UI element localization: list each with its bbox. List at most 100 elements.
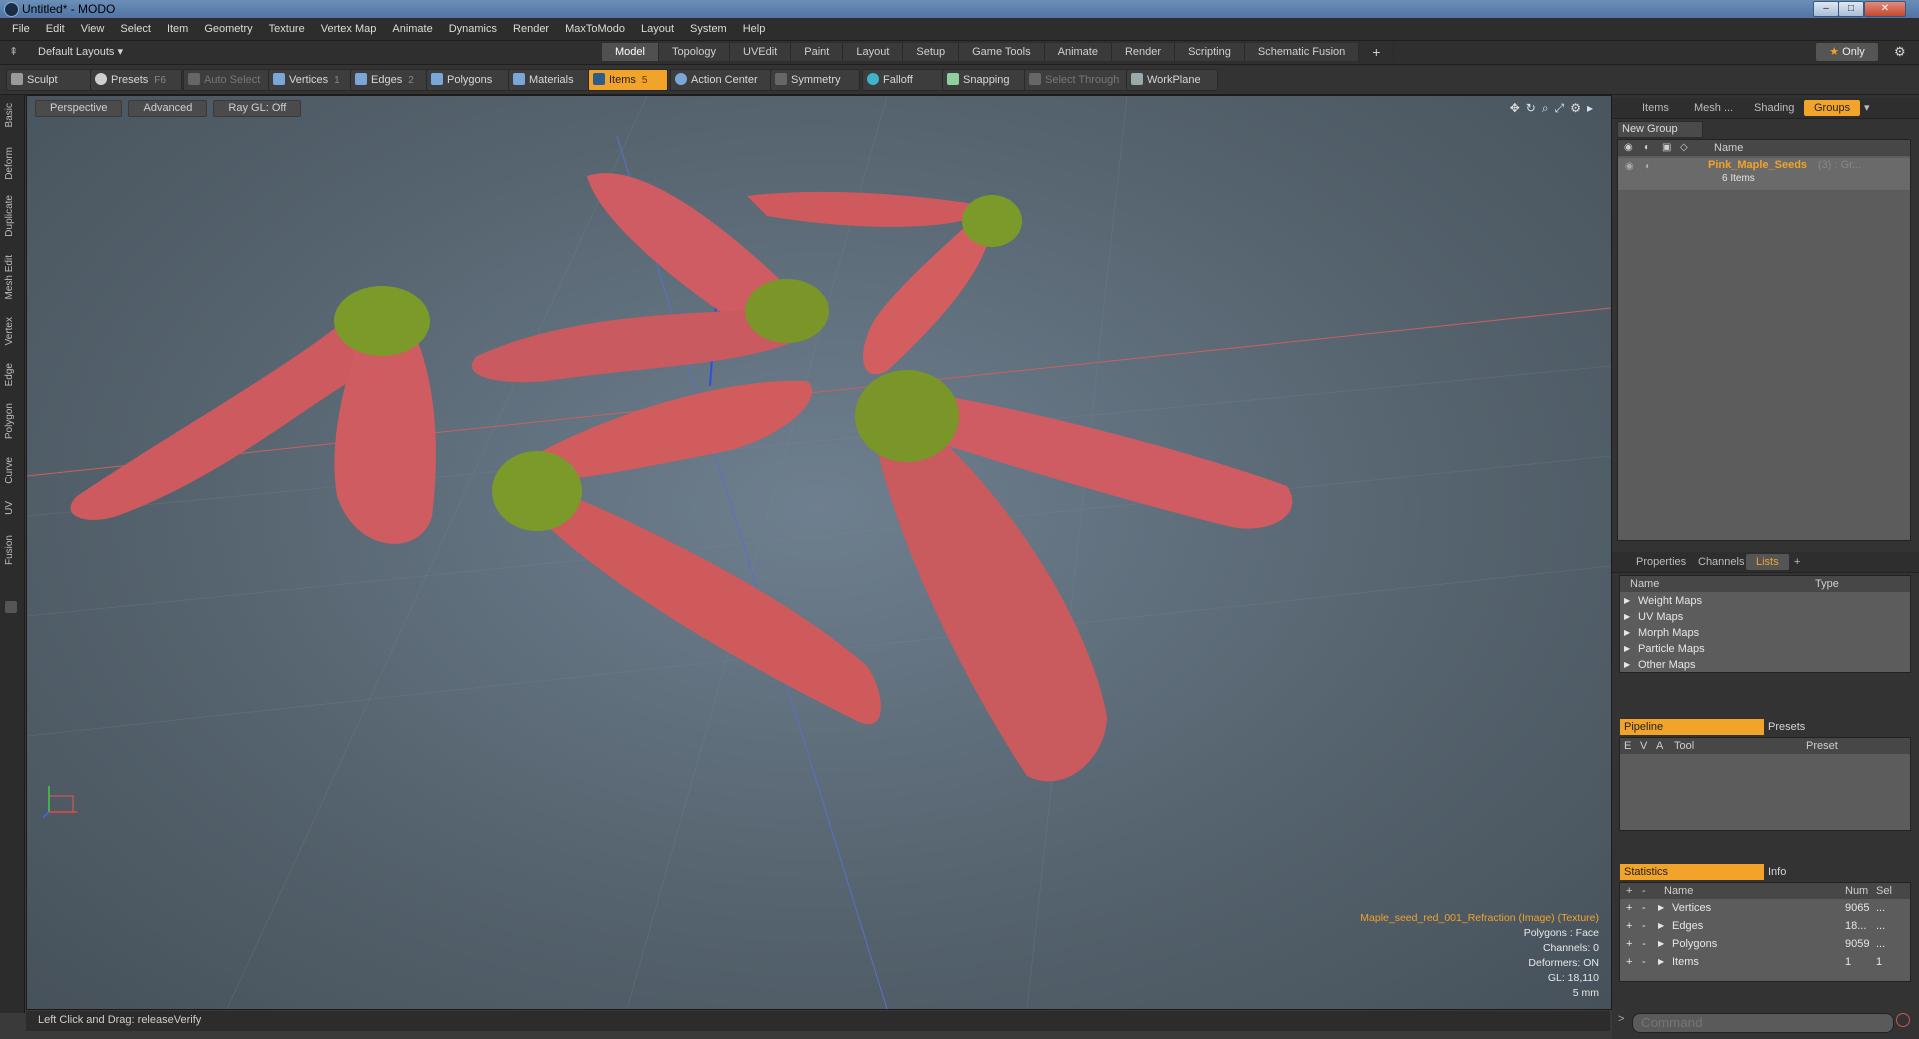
tab-groups[interactable]: Groups xyxy=(1804,100,1861,116)
edges-button[interactable]: Edges 2 xyxy=(350,69,432,91)
viewport-menu-arrow-icon[interactable]: ▸ xyxy=(1587,101,1599,115)
auto-select-button[interactable]: Auto Select xyxy=(183,69,273,91)
left-tab-fusion[interactable]: Fusion xyxy=(4,535,15,565)
gear-icon[interactable]: ⚙ xyxy=(1894,44,1906,60)
materials-button[interactable]: Materials xyxy=(508,69,592,91)
group-row[interactable]: ◉ ◐ Pink_Maple_Seeds (3) : Gr... 6 Items xyxy=(1618,158,1910,190)
strip-toggle-button[interactable] xyxy=(5,601,17,613)
select-through-button[interactable]: Select Through xyxy=(1024,69,1128,91)
view-mode-button[interactable]: Perspective xyxy=(35,100,123,117)
add-panel-tab-button[interactable]: + xyxy=(1784,554,1810,570)
row-eye-icon[interactable]: ◉ xyxy=(1625,158,1634,176)
add-tab-button[interactable]: + xyxy=(1359,43,1395,61)
menu-layout[interactable]: Layout xyxy=(633,18,682,40)
row-render-icon[interactable]: ◐ xyxy=(1645,158,1651,176)
rotate-icon[interactable]: ↻ xyxy=(1526,101,1542,115)
menu-render[interactable]: Render xyxy=(505,18,557,40)
tab-properties[interactable]: Properties xyxy=(1626,554,1696,570)
left-tab-duplicate[interactable]: Duplicate xyxy=(4,195,15,237)
add-icon[interactable]: + xyxy=(1626,917,1632,935)
remove-icon[interactable]: - xyxy=(1642,899,1646,917)
tab-game-tools[interactable]: Game Tools xyxy=(959,43,1045,61)
menu-edit[interactable]: Edit xyxy=(38,18,73,40)
expand-arrow-icon[interactable]: ▶ xyxy=(1624,656,1630,674)
maximize-icon[interactable]: ⤢ xyxy=(1555,101,1571,115)
only-button[interactable]: ★ Only xyxy=(1816,43,1878,61)
expand-arrow-icon[interactable]: ▶ xyxy=(1658,917,1664,935)
add-icon[interactable]: + xyxy=(1626,953,1632,971)
menu-system[interactable]: System xyxy=(682,18,735,40)
record-icon[interactable] xyxy=(1896,1013,1910,1027)
left-tab-vertex[interactable]: Vertex xyxy=(4,317,15,345)
symmetry-button[interactable]: Symmetry xyxy=(770,69,860,91)
tab-uvedit[interactable]: UVEdit xyxy=(730,43,792,61)
workplane-button[interactable]: WorkPlane xyxy=(1126,69,1218,91)
tab-shading[interactable]: Shading xyxy=(1744,100,1804,116)
tab-info[interactable]: Info xyxy=(1762,864,1908,880)
sculpt-button[interactable]: Sculpt xyxy=(6,69,94,91)
add-icon[interactable]: + xyxy=(1626,899,1632,917)
menu-texture[interactable]: Texture xyxy=(261,18,313,40)
tab-lists[interactable]: Lists xyxy=(1746,554,1789,570)
menu-vertex-map[interactable]: Vertex Map xyxy=(313,18,385,40)
tab-pipeline[interactable]: Pipeline xyxy=(1620,719,1764,735)
items-button[interactable]: Items 5 xyxy=(588,69,668,91)
remove-icon[interactable]: - xyxy=(1642,953,1646,971)
zoom-icon[interactable]: ⌕ xyxy=(1542,101,1555,115)
stats-row-polygons[interactable]: + - ▶ Polygons 9059... xyxy=(1620,935,1910,953)
stats-add-all-icon[interactable]: + xyxy=(1626,883,1632,899)
menu-dynamics[interactable]: Dynamics xyxy=(441,18,505,40)
maple-seed-4[interactable] xyxy=(492,380,881,725)
polygons-button[interactable]: Polygons xyxy=(426,69,510,91)
tab-setup[interactable]: Setup xyxy=(903,43,960,61)
expand-arrow-icon[interactable]: ▶ xyxy=(1658,935,1664,953)
add-icon[interactable]: + xyxy=(1626,935,1632,953)
layout-selector[interactable]: Default Layouts ▾ xyxy=(38,45,123,58)
maple-seed-1[interactable] xyxy=(70,286,436,544)
left-tab-curve[interactable]: Curve xyxy=(4,457,15,484)
expand-arrow-icon[interactable]: ▶ xyxy=(1658,953,1664,971)
tab-layout[interactable]: Layout xyxy=(843,43,904,61)
shading-mode-button[interactable]: Advanced xyxy=(128,100,208,117)
tab-topology[interactable]: Topology xyxy=(658,43,731,61)
menu-help[interactable]: Help xyxy=(735,18,774,40)
menu-geometry[interactable]: Geometry xyxy=(196,18,260,40)
left-tab-edge[interactable]: Edge xyxy=(4,363,15,386)
left-tab-mesh-edit[interactable]: Mesh Edit xyxy=(4,255,15,299)
snapping-button[interactable]: Snapping xyxy=(942,69,1028,91)
minimize-button[interactable]: – xyxy=(1813,1,1839,17)
menu-animate[interactable]: Animate xyxy=(384,18,440,40)
tab-channels[interactable]: Channels xyxy=(1688,554,1754,570)
expand-arrow-icon[interactable]: ▶ xyxy=(1658,899,1664,917)
action-center-button[interactable]: Action Center xyxy=(670,69,774,91)
tab-paint[interactable]: Paint xyxy=(791,43,844,61)
maple-seed-5[interactable] xyxy=(855,370,1293,782)
tab-presets[interactable]: Presets xyxy=(1762,719,1908,735)
left-tab-basic[interactable]: Basic xyxy=(4,103,15,127)
stats-row-edges[interactable]: + - ▶ Edges 18...... xyxy=(1620,917,1910,935)
left-tab-deform[interactable]: Deform xyxy=(4,147,15,180)
menu-item[interactable]: Item xyxy=(159,18,196,40)
layout-toggle-icon[interactable]: ⇞ xyxy=(9,45,18,58)
tab-statistics[interactable]: Statistics xyxy=(1620,864,1764,880)
tab-mesh[interactable]: Mesh ... xyxy=(1684,100,1743,116)
close-button[interactable]: ✕ xyxy=(1864,1,1906,17)
stats-row-vertices[interactable]: + - ▶ Vertices 9065... xyxy=(1620,899,1910,917)
tab-schematic-fusion[interactable]: Schematic Fusion xyxy=(1244,43,1360,61)
menu-maxtomodo[interactable]: MaxToModo xyxy=(557,18,633,40)
viewport-gear-icon[interactable]: ⚙ xyxy=(1570,101,1587,115)
raygl-button[interactable]: Ray GL: Off xyxy=(213,100,302,117)
command-input[interactable] xyxy=(1632,1013,1894,1033)
remove-icon[interactable]: - xyxy=(1642,917,1646,935)
pan-icon[interactable]: ✥ xyxy=(1510,101,1526,115)
maximize-button[interactable]: □ xyxy=(1838,1,1864,17)
tab-animate[interactable]: Animate xyxy=(1044,43,1112,61)
remove-icon[interactable]: - xyxy=(1642,935,1646,953)
stats-remove-all-icon[interactable]: - xyxy=(1642,883,1646,899)
tab-render[interactable]: Render xyxy=(1111,43,1176,61)
tab-scripting[interactable]: Scripting xyxy=(1175,43,1245,61)
viewport-3d[interactable]: Perspective Advanced Ray GL: Off ✥↻⌕⤢⚙▸ Ma… xyxy=(26,95,1612,1010)
left-tab-uv[interactable]: UV xyxy=(4,501,15,515)
menu-view[interactable]: View xyxy=(73,18,113,40)
menu-select[interactable]: Select xyxy=(112,18,159,40)
